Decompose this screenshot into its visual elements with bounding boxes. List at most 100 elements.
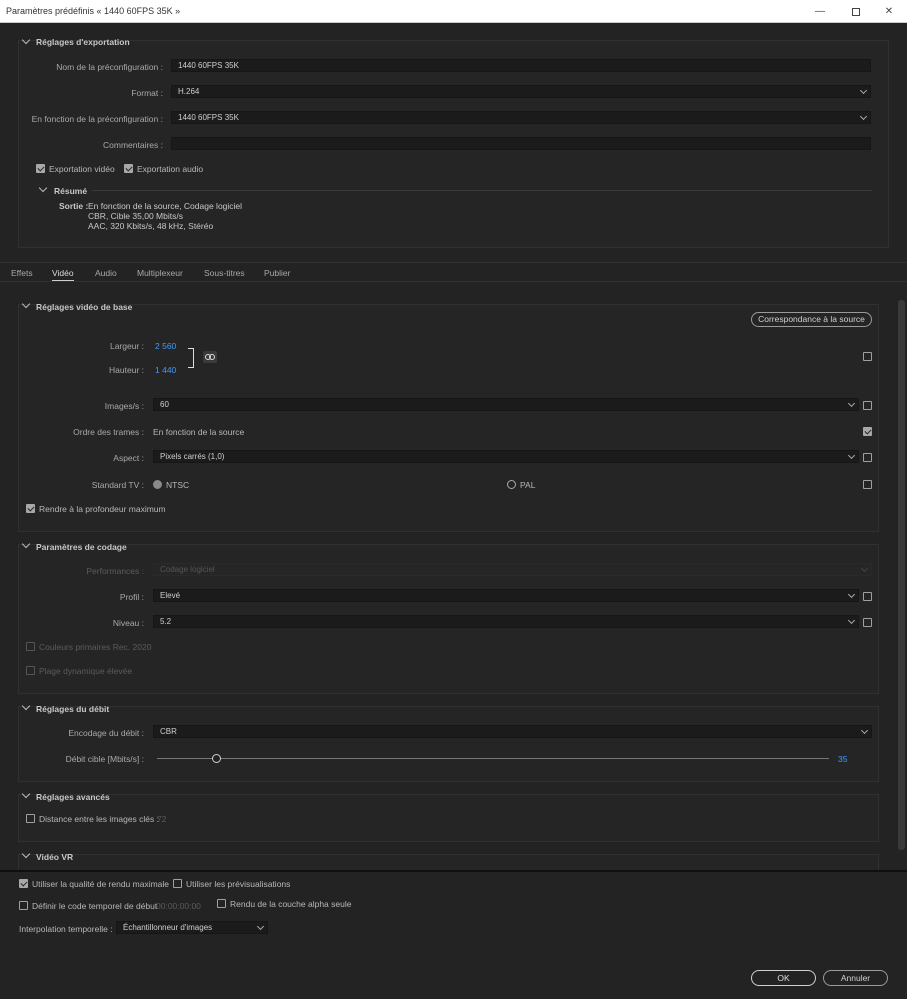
keyframe-distance-label: Distance entre les images clés : [39, 814, 159, 824]
ok-button[interactable]: OK [751, 970, 816, 986]
keyframe-distance-checkbox[interactable] [26, 814, 35, 823]
ntsc-label: NTSC [166, 480, 190, 490]
max-depth-label: Rendre à la profondeur maximum [39, 504, 166, 514]
use-previews-checkbox[interactable] [173, 879, 182, 888]
summary-divider [92, 190, 872, 191]
profile-select[interactable]: Elevé [153, 589, 859, 602]
chevron-down-icon [860, 726, 869, 735]
tab-video[interactable]: Vidéo [52, 268, 74, 282]
level-override-checkbox[interactable] [863, 618, 872, 627]
max-depth-checkbox[interactable] [26, 504, 35, 513]
hdr-checkbox[interactable] [26, 666, 35, 675]
match-source-button[interactable]: Correspondance à la source [751, 312, 872, 327]
output-line-3: AAC, 320 Kbits/s, 48 kHz, Stéréo [88, 221, 214, 231]
aspect-select[interactable]: Pixels carrés (1,0) [153, 450, 859, 463]
time-interpolation-value: Échantillonneur d'images [123, 923, 213, 932]
start-timecode-label: Définir le code temporel de début [32, 901, 158, 911]
ntsc-radio[interactable] [153, 480, 162, 489]
level-label: Niveau : [112, 618, 144, 628]
chevron-down-icon [859, 112, 868, 121]
tabs-top-divider [0, 262, 907, 263]
tab-multiplexeur[interactable]: Multiplexeur [137, 268, 183, 278]
tab-publier[interactable]: Publier [264, 268, 290, 278]
tab-audio[interactable]: Audio [95, 268, 117, 278]
dimensions-override-checkbox[interactable] [863, 352, 872, 361]
basic-video-title: Réglages vidéo de base [36, 302, 133, 312]
chevron-down-icon [860, 564, 869, 573]
width-value[interactable]: 2 560 [155, 341, 176, 351]
preset-name-input[interactable]: 1440 60FPS 35K [171, 59, 871, 72]
performance-select: Codage logiciel [153, 563, 872, 576]
based-on-label: En fonction de la préconfiguration : [31, 114, 163, 124]
comments-input[interactable] [171, 137, 871, 150]
close-icon[interactable]: ✕ [874, 0, 904, 23]
max-quality-checkbox[interactable] [19, 879, 28, 888]
export-video-checkbox[interactable] [36, 164, 45, 173]
target-bitrate-value[interactable]: 35 [838, 754, 847, 764]
alpha-only-label: Rendu de la couche alpha seule [230, 899, 352, 909]
height-value[interactable]: 1 440 [155, 365, 176, 375]
export-settings-title: Réglages d'exportation [36, 37, 130, 47]
tv-standard-override-checkbox[interactable] [863, 480, 872, 489]
time-interpolation-label: Interpolation temporelle : [19, 924, 113, 934]
performance-value: Codage logiciel [160, 565, 215, 574]
level-select[interactable]: 5.2 [153, 615, 859, 628]
target-bitrate-slider[interactable] [157, 754, 829, 763]
chevron-down-icon [256, 922, 265, 931]
max-quality-label: Utiliser la qualité de rendu maximale [32, 879, 170, 889]
scrollbar[interactable] [898, 300, 905, 850]
format-value: H.264 [178, 87, 200, 96]
output-line-1: En fonction de la source, Codage logicie… [88, 201, 243, 211]
rec2020-checkbox[interactable] [26, 642, 35, 651]
vr-panel [18, 854, 879, 870]
vr-title: Vidéo VR [36, 852, 74, 862]
height-label: Hauteur : [109, 365, 144, 375]
profile-value: Elevé [160, 591, 181, 600]
chain-link-icon[interactable] [203, 351, 217, 363]
use-previews-label: Utiliser les prévisualisations [186, 879, 291, 889]
tab-sous-titres[interactable]: Sous-titres [204, 268, 245, 278]
field-order-value: En fonction de la source [153, 427, 245, 437]
target-bitrate-label: Débit cible [Mbits/s] : [65, 754, 144, 764]
field-order-label: Ordre des trames : [73, 427, 144, 437]
bitrate-encoding-select[interactable]: CBR [153, 725, 872, 738]
bitrate-panel [18, 706, 879, 782]
pal-radio[interactable] [507, 480, 516, 489]
aspect-label: Aspect : [113, 453, 144, 463]
minimize-icon[interactable]: — [805, 0, 835, 23]
start-timecode-value: 00:00:00:00 [156, 901, 201, 911]
fps-value: 60 [160, 400, 169, 409]
export-audio-checkbox[interactable] [124, 164, 133, 173]
aspect-override-checkbox[interactable] [863, 453, 872, 462]
pal-label: PAL [520, 480, 536, 490]
start-timecode-checkbox[interactable] [19, 901, 28, 910]
width-label: Largeur : [109, 341, 144, 351]
export-video-label: Exportation vidéo [49, 164, 115, 174]
fps-override-checkbox[interactable] [863, 401, 872, 410]
cancel-button[interactable]: Annuler [823, 970, 888, 986]
maximize-icon[interactable] [841, 0, 871, 23]
bitrate-title: Réglages du débit [36, 704, 110, 714]
window-title: Paramètres prédéfinis « 1440 60FPS 35K » [6, 6, 181, 16]
fps-label: Images/s : [104, 401, 144, 411]
profile-override-checkbox[interactable] [863, 592, 872, 601]
bitrate-encoding-value: CBR [160, 727, 177, 736]
preset-name-label: Nom de la préconfiguration : [56, 62, 163, 72]
output-label: Sortie : [59, 201, 89, 211]
performance-label: Performances : [86, 566, 144, 576]
rec2020-label: Couleurs primaires Rec. 2020 [39, 642, 152, 652]
profile-label: Profil : [119, 592, 144, 602]
time-interpolation-select[interactable]: Échantillonneur d'images [116, 921, 268, 934]
hdr-label: Plage dynamique élevée [39, 666, 133, 676]
fps-select[interactable]: 60 [153, 398, 859, 411]
title-bar: Paramètres prédéfinis « 1440 60FPS 35K »… [0, 0, 907, 23]
alpha-only-checkbox[interactable] [217, 899, 226, 908]
field-order-override-checkbox[interactable] [863, 427, 872, 436]
aspect-value: Pixels carrés (1,0) [160, 452, 225, 461]
format-select[interactable]: H.264 [171, 85, 871, 98]
format-label: Format : [131, 88, 163, 98]
basic-video-panel [18, 304, 879, 532]
based-on-select[interactable]: 1440 60FPS 35K [171, 111, 871, 124]
keyframe-distance-value: 72 [157, 814, 167, 824]
tab-effets[interactable]: Effets [11, 268, 33, 278]
